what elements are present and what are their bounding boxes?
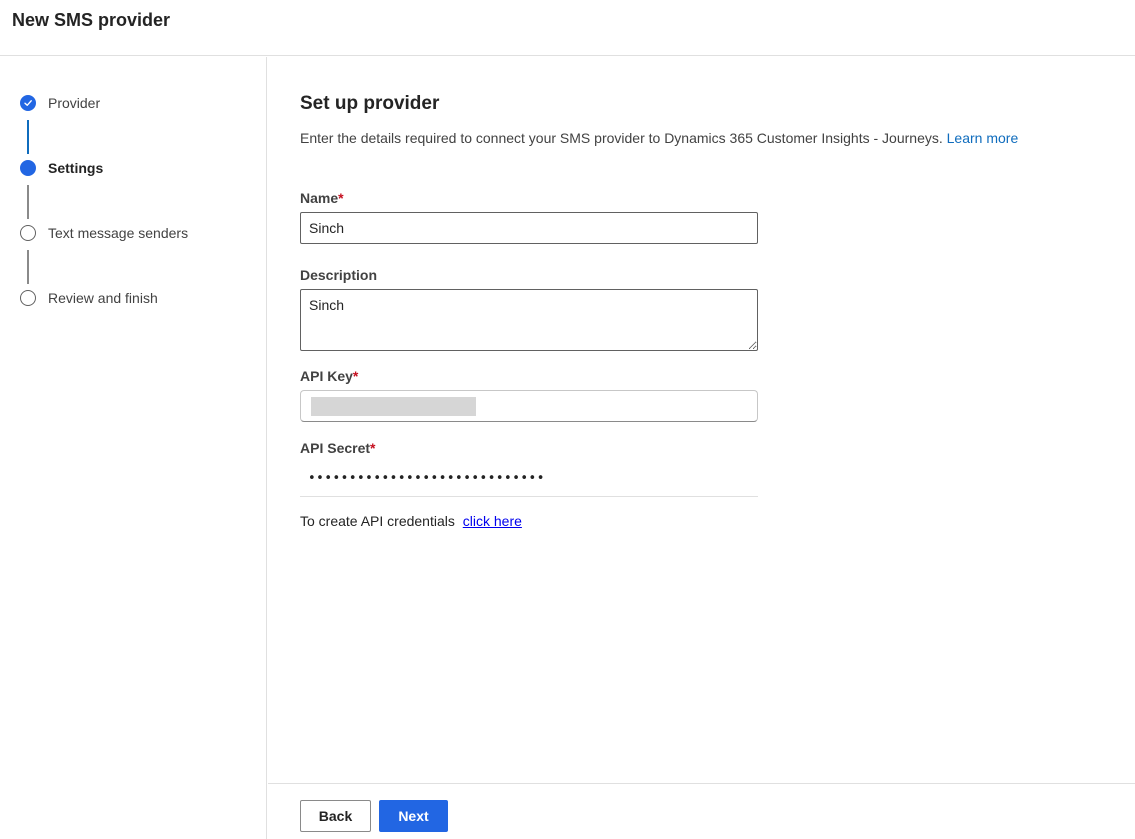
credentials-text: To create API credentials <box>300 513 455 529</box>
step-settings[interactable]: Settings <box>20 158 103 178</box>
current-step-icon <box>20 160 36 176</box>
step-connector <box>27 120 29 154</box>
section-description: Enter the details required to connect yo… <box>300 130 1018 146</box>
footer: Back Next <box>268 783 1135 839</box>
step-label: Text message senders <box>48 225 189 241</box>
required-marker: * <box>338 190 344 206</box>
back-button[interactable]: Back <box>300 800 371 832</box>
api-secret-input[interactable]: ••••••••••••••••••••••••••••• <box>300 461 758 497</box>
section-title: Set up provider <box>300 93 440 114</box>
next-button[interactable]: Next <box>379 800 448 832</box>
click-here-link[interactable]: click here <box>463 513 522 529</box>
step-label: Provider <box>48 95 101 111</box>
required-marker: * <box>370 440 376 456</box>
empty-circle-icon <box>20 290 36 306</box>
page-title: New SMS provider <box>12 10 171 30</box>
name-label-text: Name <box>300 190 339 206</box>
step-review-and-finish[interactable]: Review and finish <box>20 288 158 308</box>
learn-more-link[interactable]: Learn more <box>947 130 1019 146</box>
step-connector <box>27 185 29 219</box>
step-provider[interactable]: Provider <box>20 93 100 113</box>
api-key-label: API Key* <box>300 368 358 384</box>
step-label: Review and finish <box>48 290 158 306</box>
step-text-message-senders[interactable]: Text message senders <box>20 223 188 243</box>
api-secret-label-text: API Secret <box>300 440 371 456</box>
description-textarea[interactable]: Sinch <box>300 289 758 351</box>
description-text: Enter the details required to connect yo… <box>300 130 943 146</box>
step-label: Settings <box>48 160 104 176</box>
main-content: Set up provider Enter the details requir… <box>268 57 1135 783</box>
wizard-steps: Provider Settings Text message senders R… <box>0 57 267 839</box>
checkmark-icon <box>20 95 36 111</box>
description-label: Description <box>300 267 378 283</box>
required-marker: * <box>352 368 359 384</box>
name-input[interactable] <box>300 212 758 244</box>
empty-circle-icon <box>20 225 36 241</box>
redacted-value <box>311 397 476 416</box>
credentials-hint: To create API credentials click here <box>300 513 522 529</box>
name-label: Name* <box>300 190 344 206</box>
page-header: New SMS provider <box>0 0 1135 56</box>
api-key-label-text: API Key <box>300 368 353 384</box>
api-key-input[interactable] <box>300 390 758 422</box>
api-secret-label: API Secret* <box>300 440 376 456</box>
step-connector <box>27 250 29 284</box>
